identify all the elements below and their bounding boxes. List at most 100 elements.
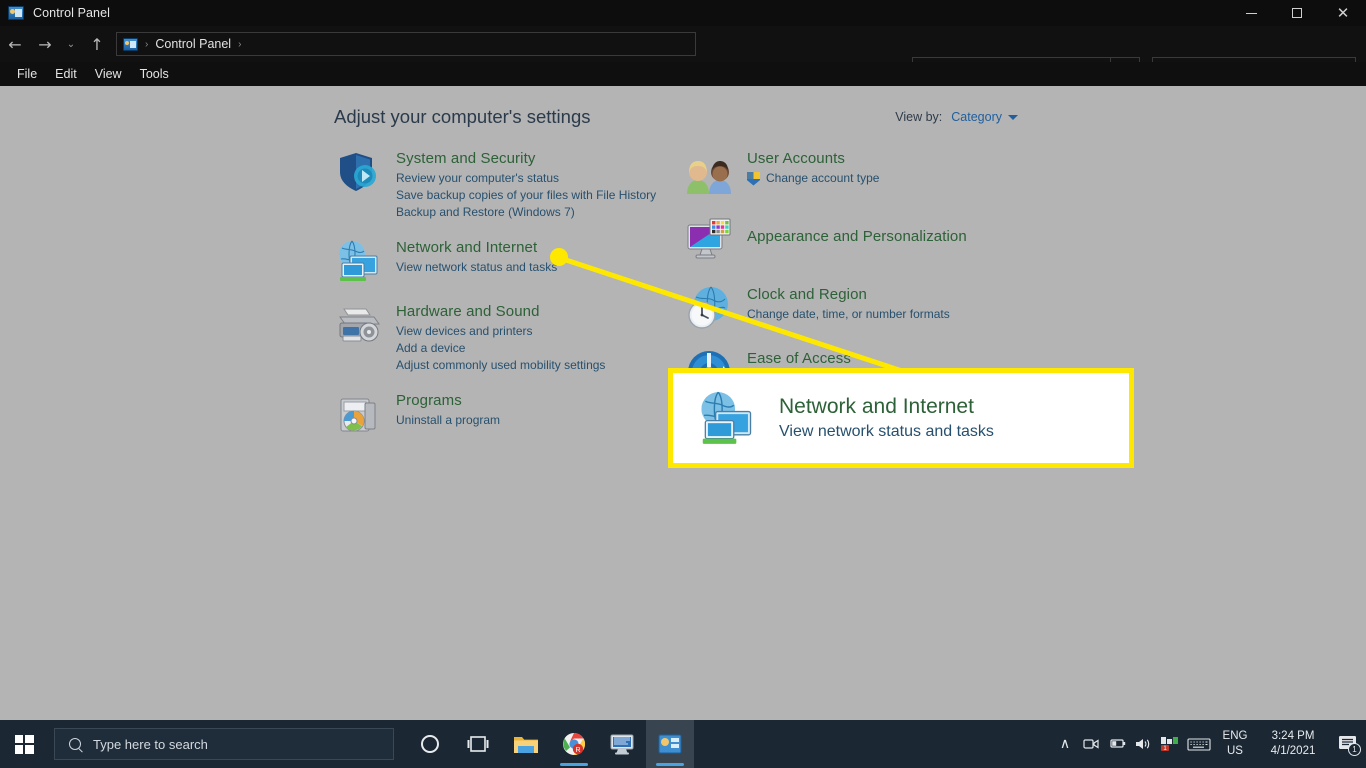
programs-disc-icon xyxy=(334,390,382,438)
clock[interactable]: 3:24 PM 4/1/2021 xyxy=(1256,729,1330,759)
menu-edit[interactable]: Edit xyxy=(46,64,86,84)
category-link[interactable]: Change date, time, or number formats xyxy=(747,306,950,323)
category-network-and-internet[interactable]: Network and Internet View network status… xyxy=(334,237,694,285)
menu-view[interactable]: View xyxy=(86,64,131,84)
forward-icon[interactable]: → xyxy=(30,29,60,59)
minimize-button[interactable] xyxy=(1228,0,1274,26)
chevron-right-icon: › xyxy=(238,38,242,50)
start-button[interactable] xyxy=(0,720,48,768)
category-body: System and Security Review your computer… xyxy=(396,148,656,221)
security-icon[interactable]: 1 xyxy=(1156,720,1184,768)
category-title[interactable]: System and Security xyxy=(396,150,656,167)
category-title[interactable]: Clock and Region xyxy=(747,286,950,303)
category-body: Network and Internet View network status… xyxy=(396,237,557,285)
category-link-change-account-type[interactable]: Change account type xyxy=(747,170,879,187)
taskbar-search-input[interactable]: Type here to search xyxy=(54,728,394,760)
category-link[interactable]: View devices and printers xyxy=(396,323,605,340)
user-accounts-people-icon xyxy=(685,148,733,196)
file-explorer-icon[interactable] xyxy=(502,720,550,768)
maximize-restore-button[interactable] xyxy=(1274,0,1320,26)
breadcrumb[interactable]: › Control Panel › xyxy=(116,32,696,56)
language-indicator[interactable]: ENG US xyxy=(1214,729,1256,759)
up-icon[interactable]: ↑ xyxy=(82,29,112,59)
category-title[interactable]: Ease of Access xyxy=(747,350,906,367)
shield-icon xyxy=(334,148,382,196)
callout-network-and-internet: Network and Internet View network status… xyxy=(668,368,1134,468)
action-center-badge: 1 xyxy=(1348,743,1361,756)
category-title[interactable]: Programs xyxy=(396,392,500,409)
view-by-value: Category xyxy=(951,110,1002,124)
callout-title[interactable]: Network and Internet xyxy=(779,395,994,419)
category-body: User Accounts Change account type xyxy=(747,148,879,196)
cortana-icon[interactable] xyxy=(406,720,454,768)
callout-body: Network and Internet View network status… xyxy=(779,395,994,441)
back-icon[interactable]: ← xyxy=(0,29,30,59)
menu-bar: File Edit View Tools xyxy=(0,62,1366,86)
view-by-dropdown[interactable]: Category xyxy=(951,110,1018,124)
callout-subtitle[interactable]: View network status and tasks xyxy=(779,423,994,441)
category-link[interactable]: Save backup copies of your files with Fi… xyxy=(396,187,656,204)
window-controls: ✕ xyxy=(1228,0,1366,26)
category-link[interactable]: View network status and tasks xyxy=(396,259,557,276)
category-link[interactable]: Add a device xyxy=(396,340,605,357)
volume-icon[interactable] xyxy=(1130,720,1156,768)
remote-desktop-icon[interactable] xyxy=(598,720,646,768)
address-toolbar: ← → ⌄ ↑ › Control Panel › Search Control… xyxy=(0,26,1366,81)
control-panel-icon xyxy=(8,6,24,20)
taskbar-control-panel-icon[interactable] xyxy=(646,720,694,768)
chrome-icon[interactable]: R xyxy=(550,720,598,768)
breadcrumb-item-control-panel[interactable]: Control Panel xyxy=(155,37,231,51)
task-view-icon[interactable] xyxy=(454,720,502,768)
uac-shield-icon xyxy=(747,171,760,186)
menu-tools[interactable]: Tools xyxy=(131,64,178,84)
category-body: Programs Uninstall a program xyxy=(396,390,500,438)
category-title[interactable]: Network and Internet xyxy=(396,239,557,256)
category-programs[interactable]: Programs Uninstall a program xyxy=(334,390,694,438)
view-by-label: View by: xyxy=(895,110,943,124)
chevron-down-icon xyxy=(1008,114,1018,120)
window-title: Control Panel xyxy=(33,6,111,20)
category-system-and-security[interactable]: System and Security Review your computer… xyxy=(334,148,694,221)
network-globe-monitor-icon xyxy=(695,387,757,449)
category-link-label: Change account type xyxy=(766,171,880,185)
taskbar: Type here to search R ∧ 1 ENG US 3:24 PM… xyxy=(0,720,1366,768)
recent-locations-icon[interactable]: ⌄ xyxy=(60,29,82,59)
control-panel-icon xyxy=(123,37,138,51)
category-body: Clock and Region Change date, time, or n… xyxy=(747,284,950,332)
category-clock-and-region[interactable]: Clock and Region Change date, time, or n… xyxy=(685,284,1045,332)
clock-globe-icon xyxy=(685,284,733,332)
category-body: Hardware and Sound View devices and prin… xyxy=(396,301,605,374)
category-hardware-and-sound[interactable]: Hardware and Sound View devices and prin… xyxy=(334,301,694,374)
category-link[interactable]: Backup and Restore (Windows 7) xyxy=(396,204,656,221)
category-user-accounts[interactable]: User Accounts Change account type xyxy=(685,148,1045,196)
window-titlebar: Control Panel ✕ xyxy=(0,0,1366,26)
category-link[interactable]: Uninstall a program xyxy=(396,412,500,429)
category-title[interactable]: Hardware and Sound xyxy=(396,303,605,320)
system-tray: ∧ 1 ENG US 3:24 PM 4/1/2021 1 xyxy=(1052,720,1366,768)
battery-icon[interactable] xyxy=(1104,720,1130,768)
svg-text:R: R xyxy=(575,747,580,754)
camera-icon[interactable] xyxy=(1078,720,1104,768)
desktop: Control Panel ✕ ← → ⌄ ↑ › Control Panel … xyxy=(0,0,1366,768)
appearance-monitor-palette-icon xyxy=(685,214,733,262)
search-icon xyxy=(66,735,84,753)
category-title[interactable]: Appearance and Personalization xyxy=(747,228,967,245)
taskbar-search-placeholder: Type here to search xyxy=(93,736,208,752)
clock-time: 3:24 PM xyxy=(1271,730,1315,742)
network-globe-monitor-icon xyxy=(334,237,382,285)
category-title[interactable]: User Accounts xyxy=(747,150,879,167)
printer-icon xyxy=(334,301,382,349)
page-title: Adjust your computer's settings xyxy=(334,106,591,127)
category-column-left: System and Security Review your computer… xyxy=(334,148,694,452)
action-center-button[interactable]: 1 xyxy=(1330,720,1366,768)
keyboard-icon[interactable] xyxy=(1184,720,1214,768)
show-hidden-icons-icon[interactable]: ∧ xyxy=(1052,720,1078,768)
menu-file[interactable]: File xyxy=(8,64,46,84)
category-appearance-and-personalization[interactable]: Appearance and Personalization xyxy=(685,214,1045,262)
language-line-2: US xyxy=(1227,745,1243,757)
category-link[interactable]: Review your computer's status xyxy=(396,170,656,187)
chevron-right-icon: › xyxy=(145,38,149,50)
category-link[interactable]: Adjust commonly used mobility settings xyxy=(396,357,605,374)
view-by-control: View by: Category xyxy=(895,110,1018,124)
close-button[interactable]: ✕ xyxy=(1320,0,1366,26)
